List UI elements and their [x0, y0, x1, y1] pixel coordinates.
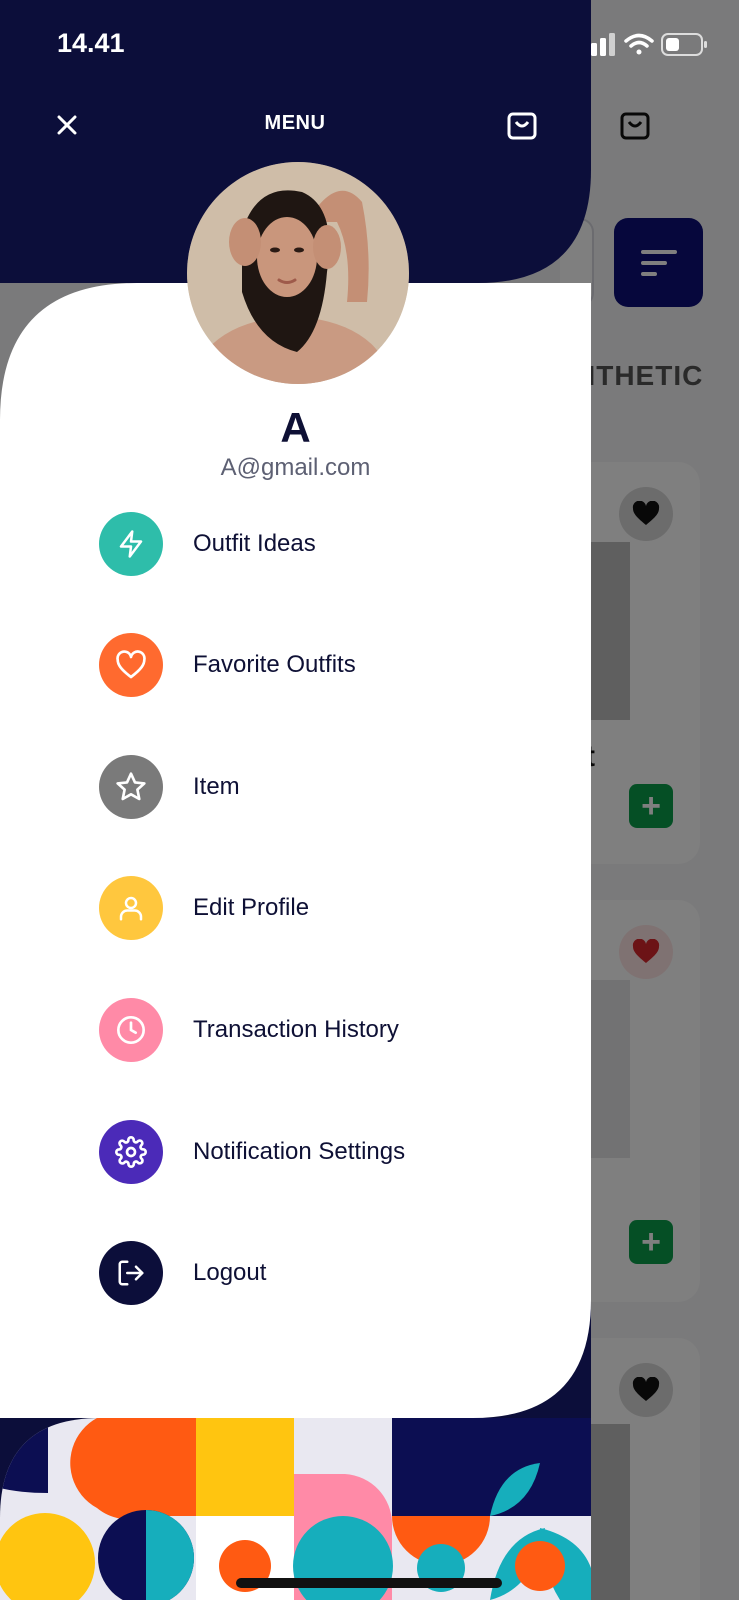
menu-item-label: Item — [193, 773, 240, 800]
menu-title: MENU — [264, 112, 326, 134]
menu-icon-circle — [99, 876, 163, 940]
menu-icon-circle — [99, 512, 163, 576]
menu-item-notification-settings[interactable]: Notification Settings — [99, 1119, 539, 1185]
heart-icon — [116, 650, 146, 679]
menu-icon-circle — [99, 633, 163, 697]
profile-photo — [187, 162, 409, 384]
user-name: A — [280, 404, 311, 451]
menu-item-item[interactable]: Item — [99, 754, 539, 820]
menu-icon-circle — [99, 1241, 163, 1305]
user-email: A@gmail.com — [220, 454, 371, 481]
menu-icon-circle — [99, 1120, 163, 1184]
menu-item-label: Logout — [193, 1259, 267, 1286]
lightning-icon — [119, 530, 143, 558]
gear-icon — [115, 1136, 147, 1168]
home-indicator — [236, 1578, 502, 1588]
decorative-pattern — [0, 1418, 591, 1600]
cart-icon[interactable] — [505, 108, 539, 142]
logout-icon — [118, 1260, 144, 1286]
menu-item-label: Edit Profile — [193, 894, 310, 921]
menu-item-edit-profile[interactable]: Edit Profile — [99, 875, 539, 941]
menu-item-favorite-outfits[interactable]: Favorite Outfits — [99, 632, 539, 698]
clock-icon — [117, 1016, 145, 1044]
avatar[interactable] — [187, 162, 409, 384]
side-menu-drawer: 14.41 MENU A A@gmail.com Outfit Ideas Fa… — [0, 0, 591, 1600]
status-time: 14.41 — [57, 28, 125, 58]
user-icon — [119, 896, 143, 921]
menu-item-logout[interactable]: Logout — [99, 1240, 539, 1306]
star-icon — [116, 772, 146, 801]
wifi-icon — [624, 33, 654, 55]
menu-item-label: Notification Settings — [193, 1138, 406, 1165]
close-icon[interactable] — [50, 108, 84, 142]
menu-icon-circle — [99, 998, 163, 1062]
battery-icon — [661, 33, 707, 56]
menu-item-label: Transaction History — [193, 1016, 399, 1043]
menu-item-label: Outfit Ideas — [193, 530, 316, 557]
menu-item-outfit-ideas[interactable]: Outfit Ideas — [99, 511, 539, 577]
menu-icon-circle — [99, 755, 163, 819]
menu-item-transaction-history[interactable]: Transaction History — [99, 997, 539, 1063]
status-icons — [582, 33, 707, 56]
menu-item-label: Favorite Outfits — [193, 651, 356, 678]
